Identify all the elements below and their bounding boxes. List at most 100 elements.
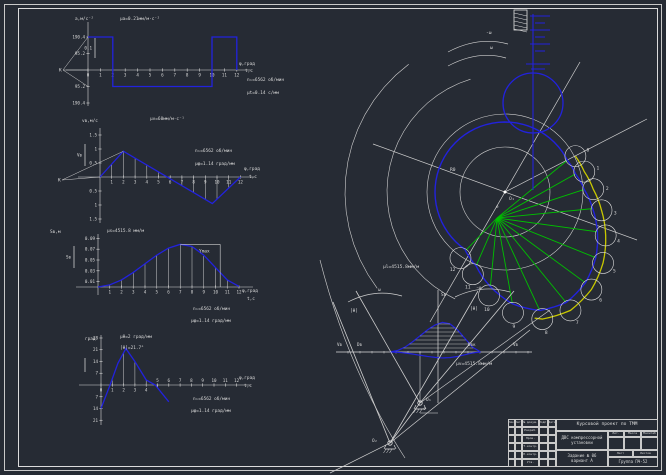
svg-text:5: 5 (156, 378, 159, 383)
revision-cell (515, 427, 522, 435)
revision-cell (508, 451, 515, 459)
svg-text:μv=4515.8мм/м: μv=4515.8мм/м (456, 361, 492, 367)
svg-text:e: e (496, 204, 499, 209)
svg-text:4: 4 (144, 290, 147, 295)
revision-cell (515, 451, 522, 459)
svg-text:K: K (59, 68, 62, 74)
svg-text:8: 8 (191, 290, 194, 295)
svg-text:12: 12 (450, 267, 456, 273)
svg-text:O₁: O₁ (426, 397, 431, 403)
lit-value-cell (608, 437, 624, 450)
cam-profile-construction: 0123456789101112-ωωO₁R0eμl=4515.8мм/мω-ω… (300, 0, 666, 475)
svg-text:Vв: Vв (513, 342, 519, 347)
svg-text:μt=0.14 с/мм: μt=0.14 с/мм (247, 90, 279, 96)
svg-text:21: 21 (93, 347, 99, 352)
svg-text:t,c: t,c (245, 68, 253, 74)
revision-cell (515, 443, 522, 451)
svg-text:Sв,м: Sв,м (50, 229, 61, 235)
project-title-cell: Курсовой проект по ТММ (556, 419, 658, 431)
revision-cell: Изм. (508, 419, 515, 427)
svg-text:3: 3 (132, 290, 135, 295)
svg-text:φ,град: φ,град (239, 62, 255, 67)
svg-text:n₁=6562 об/мин: n₁=6562 об/мин (247, 76, 284, 83)
svg-text:1: 1 (99, 73, 102, 78)
chart-acceleration-diagram: 0123456789101112190.495.295.2190.4K0.1a,… (25, 8, 325, 110)
svg-text:11: 11 (225, 290, 231, 295)
svg-text:11: 11 (222, 73, 228, 78)
svg-text:10: 10 (213, 290, 219, 295)
revision-cell: Дата (548, 419, 556, 427)
svg-text:7: 7 (179, 378, 182, 383)
svg-text:μθ=2 град/мм: μθ=2 град/мм (120, 334, 152, 340)
revision-cell: Н.контр. (522, 451, 539, 459)
svg-text:12: 12 (234, 73, 240, 78)
svg-text:n₁=6562 об/мин: n₁=6562 об/мин (193, 395, 230, 402)
revision-cell: Т.контр. (522, 443, 539, 451)
revision-cell (539, 451, 548, 459)
svg-text:O₂: O₂ (372, 438, 377, 444)
revision-cell (548, 427, 556, 435)
svg-text:2: 2 (606, 186, 609, 192)
svg-text:95.2: 95.2 (75, 84, 86, 89)
svg-text:μφ=1.14 град/мм: μφ=1.14 град/мм (195, 161, 235, 167)
svg-text:ω: ω (378, 288, 381, 293)
svg-text:7: 7 (576, 320, 579, 326)
svg-text:12: 12 (238, 180, 244, 185)
svg-text:5: 5 (157, 180, 160, 185)
svg-text:1: 1 (111, 388, 114, 393)
svg-text:3: 3 (614, 210, 617, 216)
svg-text:3: 3 (134, 388, 137, 393)
drawing-sheet: 0123456789101112190.495.295.2190.4K0.1a,… (0, 0, 666, 475)
svg-text:Sв: Sв (441, 292, 447, 298)
svg-text:21: 21 (93, 418, 99, 423)
svg-text:t,c: t,c (244, 383, 252, 389)
svg-text:7: 7 (174, 73, 177, 78)
svg-text:4: 4 (136, 73, 139, 78)
svg-text:0: 0 (586, 147, 589, 153)
svg-text:8: 8 (186, 73, 189, 78)
svg-text:град: град (85, 337, 96, 342)
svg-text:n₁=6562 об/мин: n₁=6562 об/мин (195, 147, 232, 154)
svg-text:1: 1 (596, 166, 599, 172)
svg-text:φ,град: φ,град (242, 289, 258, 294)
svg-text:8: 8 (545, 330, 548, 336)
svg-text:11: 11 (223, 378, 229, 383)
revision-cell: Пров. (522, 435, 539, 443)
svg-text:n₁=6562 об/мин: n₁=6562 об/мин (193, 305, 230, 312)
mass-value-cell (624, 437, 641, 450)
revision-cell: Подп. (539, 419, 548, 427)
svg-text:t,c: t,c (247, 296, 255, 302)
svg-text:8: 8 (190, 378, 193, 383)
svg-text:10: 10 (484, 307, 490, 313)
revision-cell: Разраб. (522, 427, 539, 435)
revision-cell (508, 443, 515, 451)
revision-cell (515, 435, 522, 443)
task-cell: Задание № 06вариант А (556, 450, 608, 467)
svg-text:0: 0 (100, 388, 103, 393)
svg-text:vв,м/с: vв,м/с (82, 118, 98, 124)
svg-text:μs=4515.8 мм/м: μs=4515.8 мм/м (107, 228, 144, 234)
svg-text:0.09: 0.09 (85, 236, 96, 241)
svg-text:1: 1 (94, 203, 97, 208)
svg-text:10: 10 (211, 378, 217, 383)
svg-text:Dвк: Dвк (468, 342, 476, 347)
document-name-cell: ДВС компрессорной установки (556, 431, 608, 450)
svg-text:5: 5 (155, 290, 158, 295)
svg-text:7: 7 (95, 371, 98, 376)
revision-cell (539, 435, 548, 443)
svg-text:[θ]: [θ] (470, 306, 478, 312)
revision-cell (508, 427, 515, 435)
group-cell: Группа ПЧ-52 (608, 457, 658, 467)
svg-text:9: 9 (513, 324, 516, 330)
svg-text:μv=60мм/м·с⁻¹: μv=60мм/м·с⁻¹ (150, 116, 184, 122)
scale-value-cell (641, 437, 658, 450)
svg-text:4: 4 (617, 238, 620, 244)
chart-displacement-diagram: 1234567891011120.090.070.050.030.01SвSв,… (25, 218, 325, 330)
svg-text:5: 5 (613, 269, 616, 275)
svg-text:6: 6 (168, 378, 171, 383)
svg-text:2: 2 (122, 180, 125, 185)
svg-text:6: 6 (161, 73, 164, 78)
revision-cell (539, 427, 548, 435)
svg-text:μφ=1.14 град/мм: μφ=1.14 град/мм (191, 318, 231, 324)
svg-text:0.5: 0.5 (89, 161, 97, 166)
